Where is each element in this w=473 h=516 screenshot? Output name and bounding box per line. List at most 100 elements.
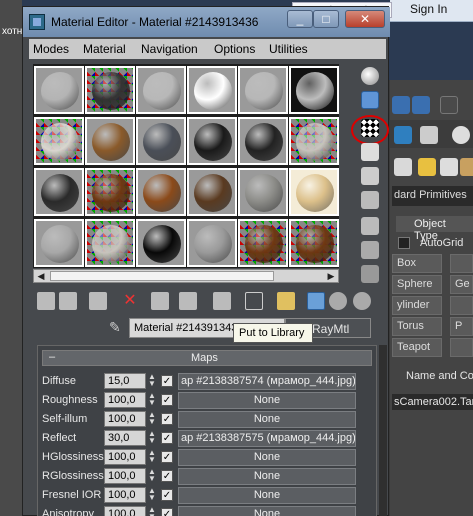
map-enable-checkbox[interactable]: ✓ bbox=[161, 508, 173, 516]
sample-slot[interactable] bbox=[187, 168, 237, 216]
editor-vertical-scrollbar[interactable] bbox=[379, 345, 387, 516]
get-material-icon[interactable] bbox=[37, 292, 55, 310]
map-slot-button[interactable]: None bbox=[178, 487, 356, 504]
map-slot-button[interactable]: None bbox=[178, 411, 356, 428]
sample-slot[interactable] bbox=[289, 117, 339, 165]
sample-slot[interactable] bbox=[85, 219, 135, 267]
sample-uv-icon[interactable] bbox=[361, 143, 379, 161]
go-forward-icon[interactable] bbox=[353, 292, 371, 310]
backlight-icon[interactable] bbox=[361, 91, 379, 109]
map-slot-button[interactable]: ap #2138387574 (мрамор_444.jpg) bbox=[178, 373, 356, 390]
map-slot-button[interactable]: None bbox=[178, 449, 356, 466]
utilities-icon[interactable] bbox=[420, 126, 438, 144]
display-icon[interactable] bbox=[394, 126, 412, 144]
sample-slot[interactable] bbox=[34, 168, 84, 216]
menu-modes[interactable]: Modes bbox=[33, 42, 69, 56]
helpers-icon[interactable] bbox=[460, 158, 473, 176]
map-enable-checkbox[interactable]: ✓ bbox=[161, 394, 173, 406]
make-preview-icon[interactable] bbox=[361, 191, 379, 209]
options-icon[interactable] bbox=[361, 217, 379, 235]
amount-spinner-icon[interactable]: ▲▼ bbox=[147, 411, 157, 427]
map-amount-field[interactable]: 100,0 bbox=[104, 411, 146, 427]
map-amount-field[interactable]: 15,0 bbox=[104, 373, 146, 389]
hierarchy-icon[interactable] bbox=[412, 96, 430, 114]
sample-slot[interactable] bbox=[238, 219, 288, 267]
sample-slot[interactable] bbox=[289, 168, 339, 216]
background-checker-icon[interactable] bbox=[361, 119, 379, 137]
primitive-sphere-button[interactable]: Sphere bbox=[392, 275, 442, 294]
map-enable-checkbox[interactable]: ✓ bbox=[161, 489, 173, 501]
lights-icon[interactable] bbox=[418, 158, 436, 176]
sample-slot[interactable] bbox=[289, 66, 339, 114]
map-enable-checkbox[interactable]: ✓ bbox=[161, 451, 173, 463]
map-amount-field[interactable]: 30,0 bbox=[104, 430, 146, 446]
wrench-icon[interactable] bbox=[392, 96, 410, 114]
menu-utilities[interactable]: Utilities bbox=[269, 42, 308, 56]
primitive-teapot-button[interactable]: Teapot bbox=[392, 338, 442, 357]
primitive-cylinder-button[interactable]: ylinder bbox=[392, 296, 442, 315]
sample-slot[interactable] bbox=[85, 117, 135, 165]
sample-slot[interactable] bbox=[34, 117, 84, 165]
amount-spinner-icon[interactable]: ▲▼ bbox=[147, 449, 157, 465]
primitive-right-button[interactable] bbox=[450, 338, 473, 357]
sample-slot[interactable] bbox=[187, 219, 237, 267]
sign-in-link[interactable]: Sign In bbox=[410, 2, 447, 16]
material-navigator-icon[interactable] bbox=[361, 265, 379, 283]
map-amount-field[interactable]: 100,0 bbox=[104, 468, 146, 484]
menu-material[interactable]: Material bbox=[83, 42, 126, 56]
sample-slot[interactable] bbox=[136, 219, 186, 267]
map-amount-field[interactable]: 100,0 bbox=[104, 392, 146, 408]
sample-slot[interactable] bbox=[136, 117, 186, 165]
scrollbar-thumb[interactable] bbox=[50, 271, 274, 281]
sample-slot[interactable] bbox=[238, 66, 288, 114]
maximize-button[interactable]: □ bbox=[313, 10, 339, 28]
go-to-parent-icon[interactable] bbox=[329, 292, 347, 310]
material-id-icon[interactable] bbox=[245, 292, 263, 310]
put-to-scene-icon[interactable] bbox=[59, 292, 77, 310]
titlebar[interactable]: Material Editor - Material #2143913436 _… bbox=[23, 7, 390, 37]
sample-slot[interactable] bbox=[187, 117, 237, 165]
put-to-library-icon[interactable] bbox=[213, 292, 231, 310]
sample-slot[interactable] bbox=[238, 168, 288, 216]
sample-type-icon[interactable] bbox=[361, 67, 379, 85]
sample-slot[interactable] bbox=[187, 66, 237, 114]
sample-slot[interactable] bbox=[136, 168, 186, 216]
map-enable-checkbox[interactable]: ✓ bbox=[161, 432, 173, 444]
object-type-rollout[interactable]: Object Type bbox=[396, 216, 473, 242]
primitive-right-button[interactable] bbox=[450, 254, 473, 273]
copy-material-icon[interactable] bbox=[151, 292, 169, 310]
sample-slot[interactable] bbox=[34, 66, 84, 114]
scroll-right-icon[interactable]: ▶ bbox=[324, 270, 338, 282]
cameras-icon[interactable] bbox=[440, 158, 458, 176]
map-slot-button[interactable]: None bbox=[178, 392, 356, 409]
sample-slot[interactable] bbox=[85, 168, 135, 216]
show-end-result-icon[interactable] bbox=[307, 292, 325, 310]
sample-slot[interactable] bbox=[289, 219, 339, 267]
show-map-icon[interactable] bbox=[277, 292, 295, 310]
primitive-torus-button[interactable]: Torus bbox=[392, 317, 442, 336]
amount-spinner-icon[interactable]: ▲▼ bbox=[147, 506, 157, 516]
menu-options[interactable]: Options bbox=[214, 42, 255, 56]
amount-spinner-icon[interactable]: ▲▼ bbox=[147, 430, 157, 446]
map-amount-field[interactable]: 100,0 bbox=[104, 449, 146, 465]
primitive-right-button[interactable]: P bbox=[450, 317, 473, 336]
amount-spinner-icon[interactable]: ▲▼ bbox=[147, 373, 157, 389]
geometry-icon[interactable] bbox=[394, 158, 412, 176]
eyedropper-icon[interactable]: ✎ bbox=[109, 319, 125, 337]
name-and-color-rollout[interactable]: Name and Col bbox=[406, 370, 473, 382]
delete-icon[interactable]: ✕ bbox=[121, 292, 139, 310]
map-slot-button[interactable]: ap #2138387575 (мрамор_444.jpg) bbox=[178, 430, 356, 447]
motion-icon[interactable] bbox=[440, 96, 458, 114]
menu-navigation[interactable]: Navigation bbox=[141, 42, 198, 56]
video-color-check-icon[interactable] bbox=[361, 167, 379, 185]
sample-slot[interactable] bbox=[85, 66, 135, 114]
create-icon[interactable] bbox=[452, 126, 470, 144]
autogrid-checkbox[interactable] bbox=[398, 237, 410, 249]
primitive-right-button[interactable] bbox=[450, 296, 473, 315]
assign-to-selection-icon[interactable] bbox=[89, 292, 107, 310]
primitive-box-button[interactable]: Box bbox=[392, 254, 442, 273]
map-slot-button[interactable]: None bbox=[178, 506, 356, 516]
amount-spinner-icon[interactable]: ▲▼ bbox=[147, 392, 157, 408]
map-amount-field[interactable]: 100,0 bbox=[104, 487, 146, 503]
sample-slot[interactable] bbox=[238, 117, 288, 165]
